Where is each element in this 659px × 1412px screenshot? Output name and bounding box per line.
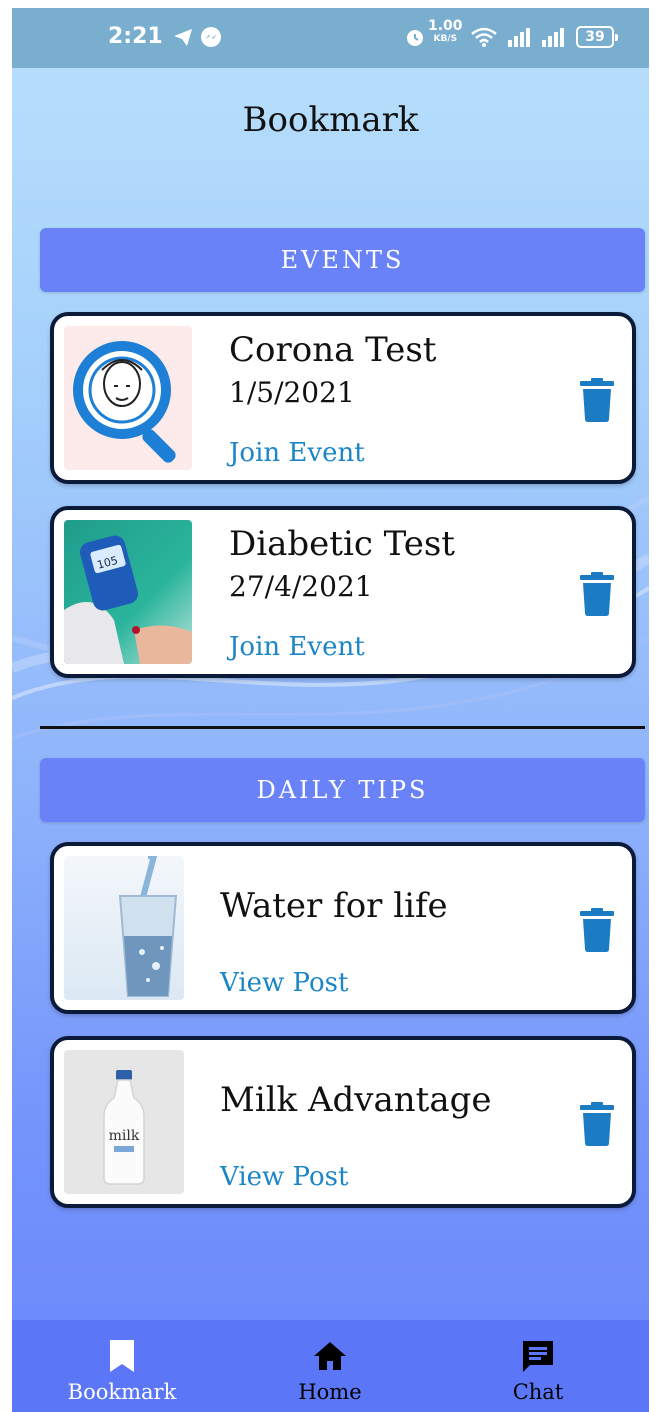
page-title: Bookmark	[242, 100, 419, 140]
trash-icon[interactable]	[580, 908, 614, 952]
tip-card[interactable]: milk Milk Advantage View Post	[50, 1036, 636, 1208]
home-icon	[314, 1342, 346, 1370]
corona-test-image	[64, 326, 192, 470]
battery-icon: 39	[576, 26, 618, 48]
nav-label: Chat	[512, 1380, 564, 1404]
status-time: 2:21	[108, 24, 163, 49]
bottom-navigation: Bookmark Home Chat	[12, 1320, 649, 1412]
water-glass-image	[64, 856, 184, 1000]
bookmark-screen: 2:21 1.00 KB/S 39 Bookmark EVENTS Corona…	[12, 8, 649, 1412]
join-event-link[interactable]: Join Event	[229, 438, 365, 468]
view-post-link[interactable]: View Post	[220, 968, 348, 998]
event-card[interactable]: 105 Diabetic Test 27/4/2021 Join Event	[50, 506, 636, 678]
event-title: Diabetic Test	[229, 524, 455, 564]
view-post-link[interactable]: View Post	[220, 1162, 348, 1192]
nav-chat[interactable]: Chat	[432, 1320, 644, 1412]
signal-icon	[542, 28, 564, 47]
trash-icon[interactable]	[580, 378, 614, 422]
diabetic-test-image: 105	[64, 520, 192, 664]
bookmark-icon	[110, 1340, 134, 1372]
messenger-icon	[201, 27, 221, 47]
milk-label: milk	[109, 1128, 140, 1144]
event-date: 27/4/2021	[229, 570, 373, 603]
chat-icon	[523, 1341, 553, 1372]
signal-icon	[508, 28, 530, 47]
tip-title: Water for life	[220, 886, 448, 926]
network-speed: 1.00 KB/S	[428, 18, 463, 46]
status-bar: 2:21 1.00 KB/S 39	[12, 8, 649, 68]
speed-value: 1.00	[428, 18, 463, 34]
tip-title: Milk Advantage	[220, 1080, 492, 1120]
events-header: EVENTS	[40, 228, 645, 292]
nav-label: Home	[298, 1380, 362, 1404]
event-title: Corona Test	[229, 330, 437, 370]
trash-icon[interactable]	[580, 572, 614, 616]
milk-bottle-image: milk	[64, 1050, 184, 1194]
tip-card[interactable]: Water for life View Post	[50, 842, 636, 1014]
join-event-link[interactable]: Join Event	[229, 632, 365, 662]
daily-tips-header: DAILY TIPS	[40, 758, 645, 822]
trash-icon[interactable]	[580, 1102, 614, 1146]
speed-unit: KB/S	[433, 34, 458, 44]
alarm-icon	[407, 30, 423, 46]
event-card[interactable]: Corona Test 1/5/2021 Join Event	[50, 312, 636, 484]
section-divider	[40, 726, 645, 729]
telegram-icon	[174, 29, 192, 46]
nav-home[interactable]: Home	[224, 1320, 436, 1412]
nav-label: Bookmark	[67, 1380, 177, 1404]
event-date: 1/5/2021	[229, 376, 355, 409]
nav-bookmark[interactable]: Bookmark	[16, 1320, 228, 1412]
wifi-icon	[471, 27, 497, 47]
